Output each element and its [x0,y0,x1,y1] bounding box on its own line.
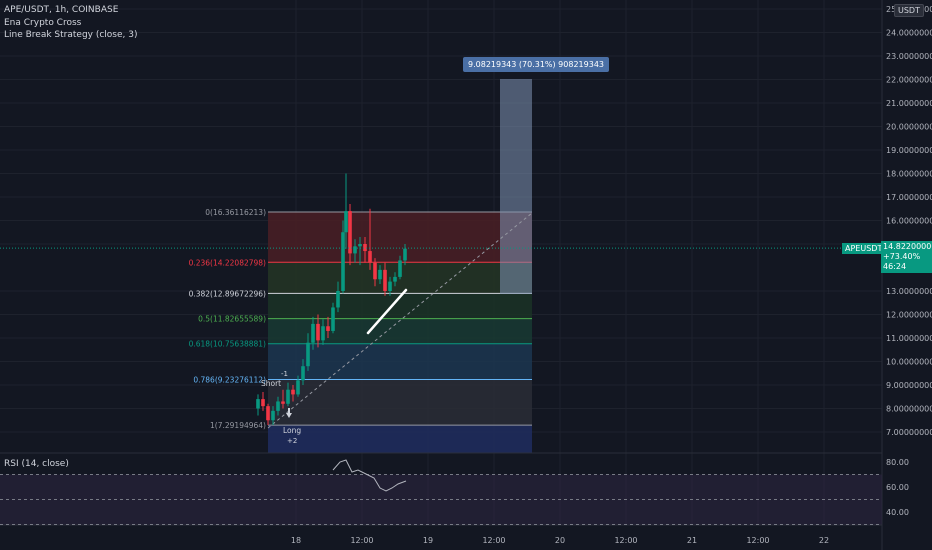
long-signal-label: Long [283,426,301,435]
candle-body [393,276,397,282]
price-axis-label: 11.00000000 [886,334,932,343]
fib-level-label: 0(16.36116213) [205,208,266,217]
candle-body [261,399,265,407]
price-axis-label: 10.00000000 [886,358,932,367]
indicator-ena-crypto-cross[interactable]: Ena Crypto Cross [4,17,138,30]
rsi-axis-label: 80.00 [886,458,909,467]
price-axis-label: 19.00000000 [886,146,932,155]
fib-zone [268,379,532,426]
rsi-pane: 80.00 60.00 40.00 [0,458,909,525]
measure-label: 9.08219343 (70.31%) 908219343 [463,57,609,72]
candle-body [341,232,345,291]
time-axis-label: 20 [555,536,565,545]
candle-body [311,323,315,343]
candle-body [316,323,320,341]
candle-body [363,244,367,252]
symbol-price-tag: APEUSDT [842,243,886,254]
candle-body [388,281,392,291]
candle-body [281,401,285,404]
candle-body [348,211,352,254]
symbol-title[interactable]: APE/USDT, 1h, COINBASE [4,4,138,17]
candle-body [301,366,305,381]
chart-canvas[interactable]: 0(16.36116213) 0.236(14.22082798) 0.382(12… [0,0,932,550]
time-axis-label: 12:00 [614,536,637,545]
short-signal-count: -1 [281,370,288,378]
bar-countdown: 46:24 [883,262,907,271]
indicator-line-break[interactable]: Line Break Strategy (close, 3) [4,29,138,42]
candle-body [398,260,402,277]
time-axis-label: 18 [291,536,301,545]
candle-body [326,326,330,331]
candle-body [306,342,310,367]
price-axis-label: 8.00000000 [886,405,932,414]
currency-badge[interactable]: USDT [894,4,924,17]
price-axis-label: 7.00000000 [886,428,932,437]
fib-level-label: 0.382(12.89672296) [189,289,266,298]
candle-body [383,269,387,291]
rsi-axis-label: 60.00 [886,483,909,492]
candle-body [321,326,325,341]
fib-zone [268,212,532,263]
price-axis-label: 20.00000000 [886,123,932,132]
time-axis-label: 12:00 [746,536,769,545]
chart-legend: APE/USDT, 1h, COINBASE Ena Crypto Cross … [4,4,138,42]
candle-body [358,244,362,247]
current-price: 14.82200000 [883,242,932,251]
candle-body [336,291,340,308]
price-axis-label: 21.00000000 [886,99,932,108]
fib-level-label: 0.5(11.82655589) [198,315,266,324]
time-axis-label: 12:00 [482,536,505,545]
fib-level-label: 0.618(10.75638881) [189,340,266,349]
candle-body [331,307,335,331]
fib-level-label: 0.236(14.22082798) [189,258,266,267]
fib-level-label: 1(7.29194964) [210,421,266,430]
time-axis[interactable]: 18 12:00 19 12:00 20 12:00 21 12:00 22 [291,536,829,545]
price-axis-label: 22.00000000 [886,76,932,85]
rsi-label[interactable]: RSI (14, close) [4,459,69,469]
price-axis-label: 13.00000000 [886,287,932,296]
candle-body [276,401,280,411]
candle-body [378,269,382,280]
candle-body [368,251,372,263]
price-change: +73.40% [883,252,921,261]
fib-zone [268,425,532,453]
candle-body [271,410,275,421]
time-axis-label: 19 [423,536,433,545]
price-axis-label: 23.00000000 [886,52,932,61]
candle-body [403,248,407,261]
candle-body [344,211,348,233]
price-axis-label: 12.00000000 [886,311,932,320]
time-axis-label: 12:00 [350,536,373,545]
time-axis-label: 22 [819,536,829,545]
candle-body [373,262,377,280]
short-signal-label: Short [261,379,281,388]
price-axis-label: 18.00000000 [886,170,932,179]
price-axis-label: 24.00000000 [886,29,932,38]
candle-body [286,389,290,404]
fib-level-label: 0.786(9.23276112) [193,376,266,385]
price-axis-label: 9.00000000 [886,381,932,390]
candle-body [291,389,295,395]
candle-body [296,380,300,395]
candle-body [266,406,270,421]
candle-body [256,399,260,409]
time-axis-label: 21 [687,536,697,545]
candle-body [353,246,357,254]
current-price-tag: 14.82200000 +73.40% 46:24 [881,241,932,273]
price-axis-label: 16.00000000 [886,217,932,226]
rsi-axis-label: 40.00 [886,508,909,517]
price-axis-label: 17.00000000 [886,193,932,202]
measure-range-box [500,79,532,294]
long-signal-count: +2 [287,437,297,445]
